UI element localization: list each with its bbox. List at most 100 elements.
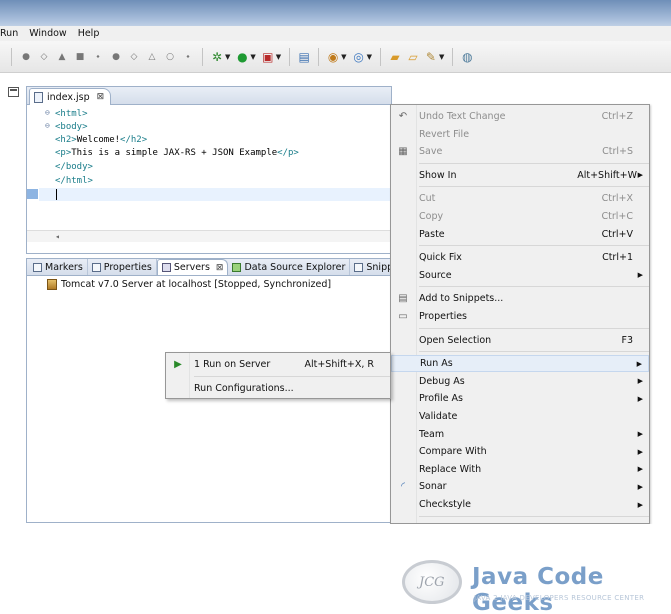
snippet-icon: ▤ xyxy=(398,293,408,305)
globe-icon[interactable]: ◍ xyxy=(460,49,474,65)
code-line: <html> xyxy=(55,108,88,121)
circle-icon[interactable]: ○ xyxy=(163,49,177,65)
code-tag: <h2> xyxy=(55,135,77,145)
menu-separator xyxy=(194,375,390,377)
menu-separator xyxy=(419,515,649,517)
chevron-down-icon[interactable]: ▼ xyxy=(250,53,255,61)
tab-data-source-explorer[interactable]: Data Source Explorer xyxy=(228,259,351,275)
menu-item-label: Source xyxy=(419,269,452,281)
scroll-left-icon[interactable]: ◂ xyxy=(55,232,60,241)
code-area[interactable]: ⊖ ⊖ <html> <body> <h2>Welcome!</h2> <p>This… xyxy=(27,106,391,242)
step-icon[interactable]: ⬩ xyxy=(91,49,105,65)
menu-run[interactable]: Run xyxy=(0,28,24,39)
close-icon[interactable]: ⊠ xyxy=(97,92,105,102)
server-entry[interactable]: Tomcat v7.0 Server at localhost [Stopped… xyxy=(47,279,331,290)
submenu-arrow-icon: ▶ xyxy=(637,465,643,474)
menu-item-compare-with[interactable]: Compare With ▶ xyxy=(391,443,649,460)
menu-item-label: Run Configurations... xyxy=(194,382,294,394)
menu-window[interactable]: Window xyxy=(24,28,72,39)
menu-item-label: 1 Run on Server xyxy=(194,359,271,370)
menu-item-shortcut: Ctrl+S xyxy=(602,146,633,158)
tab-properties[interactable]: Properties xyxy=(88,259,157,275)
new-class-icon[interactable]: ◎ xyxy=(352,49,366,65)
menu-item-cut[interactable]: Cut Ctrl+X xyxy=(391,190,649,207)
search-icon[interactable]: ✎ xyxy=(424,49,438,65)
breakpoint-icon[interactable]: ● xyxy=(19,49,33,65)
menu-item-replace-with[interactable]: Replace With ▶ xyxy=(391,461,649,478)
menu-item-paste[interactable]: Paste Ctrl+V xyxy=(391,226,649,243)
code-line: <body> xyxy=(55,121,88,134)
menu-separator xyxy=(419,162,649,164)
square-icon[interactable]: ■ xyxy=(73,49,87,65)
menu-item-sonar[interactable]: ◜ Sonar ▶ xyxy=(391,478,649,495)
chevron-down-icon[interactable]: ▼ xyxy=(225,53,230,61)
chevron-down-icon[interactable]: ▼ xyxy=(341,53,346,61)
chevron-down-icon[interactable]: ▼ xyxy=(276,53,281,61)
diamond2-icon[interactable]: ◇ xyxy=(127,49,141,65)
toolbar-separator xyxy=(318,47,320,66)
eclipse-window: Run Window Help ● ◇ ▲ ■ ⬩ ● ◇ △ ○ ⬩ ✲ ▼ ●… xyxy=(0,0,671,614)
triangle-icon[interactable]: ▲ xyxy=(55,49,69,65)
chevron-down-icon[interactable]: ▼ xyxy=(439,53,444,61)
dot-icon[interactable]: ● xyxy=(109,49,123,65)
submenu-arrow-icon: ▶ xyxy=(637,500,643,509)
menu-item-revert-file[interactable]: Revert File xyxy=(391,126,649,143)
menu-item-open-selection[interactable]: Open Selection F3 xyxy=(391,332,649,349)
toolbar-separator xyxy=(452,47,454,66)
new-project-icon[interactable]: ◉ xyxy=(326,49,340,65)
tab-markers[interactable]: Markers xyxy=(29,259,88,275)
menu-item-validate[interactable]: Validate xyxy=(391,408,649,425)
submenu-arrow-icon: ▶ xyxy=(637,430,643,439)
menu-item-label: Replace With xyxy=(419,463,482,475)
horizontal-scrollbar[interactable]: ◂ xyxy=(27,230,391,242)
close-icon[interactable]: ⊠ xyxy=(216,263,224,273)
text-caret xyxy=(56,189,57,200)
editor-tab-index-jsp[interactable]: index.jsp ⊠ xyxy=(29,88,112,105)
snippets-icon xyxy=(354,262,364,272)
menu-item-undo-text-change[interactable]: ↶ Undo Text Change Ctrl+Z xyxy=(391,108,649,125)
menu-help[interactable]: Help xyxy=(73,28,106,39)
new-server-icon[interactable]: ▤ xyxy=(297,49,311,65)
debug-icon[interactable]: ✲ xyxy=(210,49,224,65)
code-line: </html> xyxy=(55,175,93,188)
fold-icon[interactable]: ⊖ xyxy=(45,108,50,117)
toolbar-separator xyxy=(202,47,203,66)
tab-servers[interactable]: Servers ⊠ xyxy=(156,259,229,275)
tab-label: Properties xyxy=(103,261,152,273)
menu-item-label: Save xyxy=(419,146,443,158)
open-folder-icon[interactable]: ▰ xyxy=(388,49,402,65)
menu-item-profile-as[interactable]: Profile As ▶ xyxy=(391,390,649,407)
menu-item-source[interactable]: Source ▶ xyxy=(391,267,649,284)
menu-item-save[interactable]: ▦ Save Ctrl+S xyxy=(391,143,649,160)
jcg-logo-mark: JCG xyxy=(402,560,462,604)
right-strip xyxy=(650,100,671,524)
menu-item-1-run-on-server[interactable]: ▶ 1 Run on Server Alt+Shift+X, R xyxy=(166,356,390,373)
diamond-icon[interactable]: ◇ xyxy=(37,49,51,65)
menu-item-properties[interactable]: ▭ Properties xyxy=(391,308,649,325)
menu-item-quick-fix[interactable]: Quick Fix Ctrl+1 xyxy=(391,249,649,266)
step2-icon[interactable]: ⬩ xyxy=(181,49,195,65)
menu-item-add-to-snippets[interactable]: ▤ Add to Snippets... xyxy=(391,290,649,307)
logo-title: Java Code Geeks xyxy=(472,564,604,614)
menu-item-label: Paste xyxy=(419,228,445,240)
triangle2-icon[interactable]: △ xyxy=(145,49,159,65)
submenu-arrow-icon: ▶ xyxy=(637,394,643,403)
menu-item-run-as[interactable]: Run As ▶ xyxy=(391,355,649,373)
fold-icon[interactable]: ⊖ xyxy=(45,121,50,130)
external-tools-icon[interactable]: ▣ xyxy=(261,49,275,65)
menu-item-label: Quick Fix xyxy=(419,252,462,264)
open-type-icon[interactable]: ▱ xyxy=(406,49,420,65)
chevron-down-icon[interactable]: ▼ xyxy=(367,53,372,61)
menu-item-copy[interactable]: Copy Ctrl+C xyxy=(391,208,649,225)
menu-item-team[interactable]: Team ▶ xyxy=(391,426,649,443)
menu-item-run-configurations[interactable]: Run Configurations... xyxy=(166,380,390,397)
editor-gutter xyxy=(27,106,39,242)
editor-pane: index.jsp ⊠ ⊖ ⊖ <html> <body> <h2>Welcome!… xyxy=(26,86,392,254)
menu-item-shortcut: Ctrl+X xyxy=(601,193,633,205)
restore-view-icon[interactable] xyxy=(8,87,19,97)
menu-item-show-in[interactable]: Show In Alt+Shift+W ▶ xyxy=(391,167,649,184)
code-text: This is a simple JAX-RS + JSON Example xyxy=(71,148,278,158)
menu-item-checkstyle[interactable]: Checkstyle ▶ xyxy=(391,496,649,513)
menu-item-debug-as[interactable]: Debug As ▶ xyxy=(391,373,649,390)
run-icon[interactable]: ● xyxy=(235,49,249,65)
